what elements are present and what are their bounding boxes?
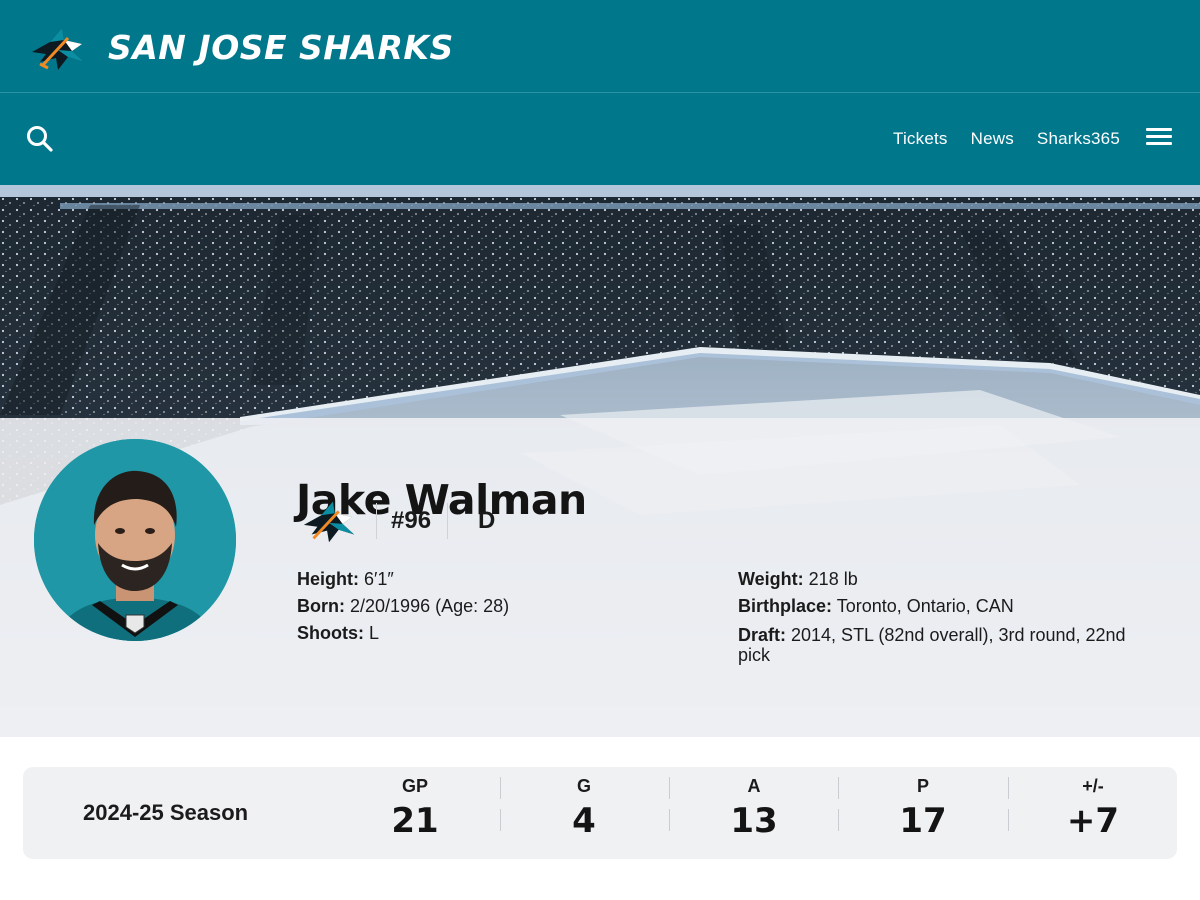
team-logo-icon	[303, 501, 355, 543]
bio-value: Toronto, Ontario, CAN	[836, 596, 1014, 616]
bio-label: Born:	[297, 596, 345, 616]
stat-header: G	[576, 776, 591, 796]
stat-value: 4	[572, 801, 596, 841]
bio-value: 2014, STL (82nd overall), 3rd round, 22n…	[738, 625, 1126, 665]
bio-born: Born: 2/20/1996 (Age: 28)	[297, 593, 717, 620]
site-header: SAN JOSE SHARKS	[0, 0, 1200, 93]
bio-left-column: Height: 6′1″ Born: 2/20/1996 (Age: 28) S…	[297, 566, 717, 647]
stat-value: 17	[899, 801, 947, 841]
jersey-number: #96	[391, 507, 432, 534]
nav-link-sharks365[interactable]: Sharks365	[1037, 129, 1120, 149]
bio-label: Shoots:	[297, 623, 364, 643]
bio-label: Draft:	[738, 625, 786, 645]
bio-value: L	[369, 623, 380, 643]
nav-link-tickets[interactable]: Tickets	[893, 129, 948, 149]
stat-header: A	[747, 776, 761, 796]
player-position: D	[478, 507, 496, 534]
stat-p: P 17	[838, 767, 1008, 859]
bio-draft: Draft: 2014, STL (82nd overall), 3rd rou…	[738, 625, 1158, 665]
bio-label: Birthplace:	[738, 596, 833, 616]
sharks-logo-icon[interactable]	[28, 24, 88, 72]
stat-value: 13	[730, 801, 778, 841]
bio-shoots: Shoots: L	[297, 620, 717, 647]
search-icon[interactable]	[24, 123, 56, 155]
nav-links: Tickets News Sharks365	[893, 93, 1120, 185]
bio-height: Height: 6′1″	[297, 566, 717, 593]
bio-weight: Weight: 218 lb	[738, 566, 1158, 593]
stat-a: A 13	[669, 767, 839, 859]
site-title[interactable]: SAN JOSE SHARKS	[108, 28, 454, 67]
nav-link-news[interactable]: News	[971, 129, 1014, 149]
bio-label: Weight:	[738, 569, 804, 589]
bio-birthplace: Birthplace: Toronto, Ontario, CAN	[738, 593, 1158, 620]
bio-value: 218 lb	[808, 569, 858, 589]
bio-value: 6′1″	[364, 569, 394, 589]
season-label: 2024-25 Season	[83, 800, 249, 825]
stat-value: 21	[391, 801, 439, 841]
stat-gp: GP 21	[330, 767, 500, 859]
player-headshot	[34, 439, 236, 641]
bio-value: 2/20/1996 (Age: 28)	[350, 596, 510, 616]
stat-header: GP	[401, 776, 428, 796]
stat-value: +7	[1066, 801, 1120, 841]
hamburger-menu-icon[interactable]	[1146, 125, 1172, 149]
bio-right-column: Weight: 218 lb Birthplace: Toronto, Onta…	[738, 566, 1158, 665]
bio-label: Height:	[297, 569, 359, 589]
main-nav: Tickets News Sharks365	[0, 93, 1200, 185]
stat-header: +/-	[1082, 776, 1104, 796]
stat-header: P	[916, 776, 929, 796]
player-identity-row: #96 D	[300, 497, 495, 545]
stat-plus-minus: +/- +7	[1008, 767, 1178, 859]
stat-g: G 4	[499, 767, 669, 859]
season-stats-panel: 2024-25 Season GP 21 G 4 A 13 P 17 +/- +…	[23, 767, 1177, 859]
